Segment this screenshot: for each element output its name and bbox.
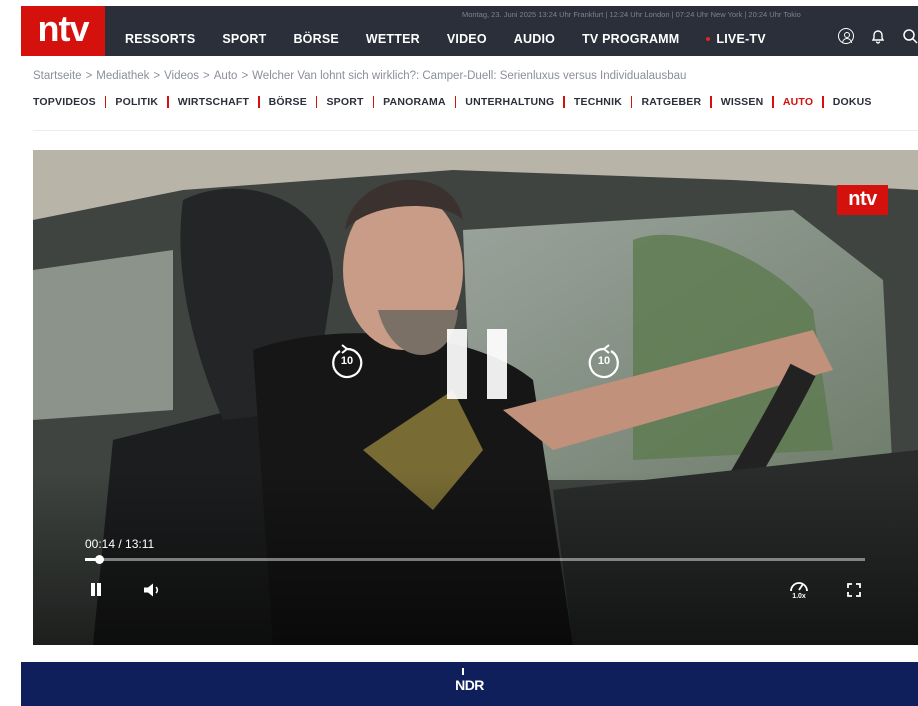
cat-divider xyxy=(258,96,260,108)
skip-forward-label: 10 xyxy=(597,355,611,367)
timecode: 00:14 / 13:11 xyxy=(85,537,155,551)
ndr-logo: NDR xyxy=(455,668,484,693)
cat-panorama[interactable]: PANORAMA xyxy=(383,96,446,108)
breadcrumb-separator: > xyxy=(153,70,161,82)
cat-divider xyxy=(315,96,318,108)
cat-divider xyxy=(454,96,457,108)
video-player[interactable]: ntv 10 10 00:14 / 13:11 1.0x xyxy=(33,150,918,645)
progress-bar[interactable] xyxy=(85,555,865,564)
cat-divider xyxy=(372,96,375,108)
main-nav: RESSORTS SPORT BÖRSE WETTER VIDEO AUDIO … xyxy=(125,32,793,46)
breadcrumb: Startseite > Mediathek > Videos > Auto > Welcher… xyxy=(33,70,686,82)
divider-line xyxy=(33,130,918,131)
pause-button[interactable] xyxy=(91,583,103,596)
nav-boerse[interactable]: BÖRSE xyxy=(293,32,338,46)
nav-live-tv[interactable]: LIVE-TV xyxy=(706,32,766,46)
skip-back-button[interactable]: 10 xyxy=(330,343,364,379)
breadcrumb-auto[interactable]: Auto xyxy=(214,70,238,82)
playback-speed-button[interactable]: 1.0x xyxy=(787,578,811,602)
cat-unterhaltung[interactable]: UNTERHALTUNG xyxy=(465,96,554,108)
volume-button[interactable] xyxy=(143,583,163,597)
cat-divider xyxy=(563,96,565,108)
cat-divider xyxy=(630,96,633,108)
cat-politik[interactable]: POLITIK xyxy=(115,96,158,108)
cat-divider xyxy=(772,96,774,108)
pause-button-large[interactable] xyxy=(447,329,507,399)
nav-audio[interactable]: AUDIO xyxy=(514,32,555,46)
breadcrumb-separator: > xyxy=(85,70,93,82)
nav-sport[interactable]: SPORT xyxy=(222,32,266,46)
fullscreen-button[interactable] xyxy=(847,583,861,597)
breadcrumb-startseite[interactable]: Startseite xyxy=(33,70,82,82)
speaker-icon xyxy=(144,583,159,597)
site-header: ntv Montag, 23. Juni 2025 13:24 Uhr Fran… xyxy=(21,6,918,56)
cat-auto[interactable]: AUTO xyxy=(783,96,813,108)
ntv-watermark: ntv xyxy=(837,185,888,215)
breadcrumb-current: Welcher Van lohnt sich wirklich?: Camper… xyxy=(252,70,687,82)
fullscreen-icon xyxy=(847,583,861,597)
cat-divider xyxy=(167,96,169,108)
nav-tv-programm[interactable]: TV PROGRAMM xyxy=(582,32,679,46)
live-dot-icon xyxy=(706,37,711,41)
breadcrumb-separator: > xyxy=(203,70,210,82)
breadcrumb-mediathek[interactable]: Mediathek xyxy=(96,70,149,82)
cat-divider xyxy=(822,96,824,108)
progress-handle[interactable] xyxy=(95,555,105,564)
cat-dokus[interactable]: DOKUS xyxy=(833,96,872,108)
user-icon[interactable] xyxy=(838,28,854,44)
search-icon[interactable] xyxy=(902,28,918,44)
cat-wissen[interactable]: WISSEN xyxy=(721,96,764,108)
bell-icon[interactable] xyxy=(870,28,886,44)
time-current: 00:14 xyxy=(85,537,116,551)
cat-divider xyxy=(710,96,712,108)
speedometer-icon xyxy=(790,582,808,592)
cat-divider xyxy=(104,96,107,108)
breadcrumb-separator: > xyxy=(241,70,249,82)
header-icons xyxy=(838,28,918,44)
skip-forward-button[interactable]: 10 xyxy=(587,343,621,379)
nav-wetter[interactable]: WETTER xyxy=(366,32,420,46)
cat-technik[interactable]: TECHNIK xyxy=(574,96,622,108)
breadcrumb-videos[interactable]: Videos xyxy=(164,70,199,82)
ndr-banner[interactable]: NDR xyxy=(21,662,918,706)
cat-boerse[interactable]: BÖRSE xyxy=(269,96,307,108)
center-controls: 10 10 xyxy=(33,325,918,405)
cat-ratgeber[interactable]: RATGEBER xyxy=(641,96,701,108)
watermark-text: ntv xyxy=(848,187,877,210)
cat-topvideos[interactable]: TOPVIDEOS xyxy=(33,96,96,108)
live-tv-label: LIVE-TV xyxy=(716,32,766,46)
category-nav: TOPVIDEOS POLITIK WIRTSCHAFT BÖRSE SPORT… xyxy=(33,96,872,108)
speed-label: 1.0x xyxy=(792,593,806,600)
nav-ressorts[interactable]: RESSORTS xyxy=(125,32,195,46)
logo-text: ntv xyxy=(37,8,90,49)
skip-back-label: 10 xyxy=(340,355,354,367)
cat-sport[interactable]: SPORT xyxy=(326,96,363,108)
dateline: Montag, 23. Juni 2025 13:24 Uhr Frankfur… xyxy=(462,10,801,19)
time-total: 13:11 xyxy=(125,537,155,551)
cat-wirtschaft[interactable]: WIRTSCHAFT xyxy=(178,96,249,108)
nav-video[interactable]: VIDEO xyxy=(447,32,487,46)
ntv-logo[interactable]: ntv xyxy=(21,6,105,56)
